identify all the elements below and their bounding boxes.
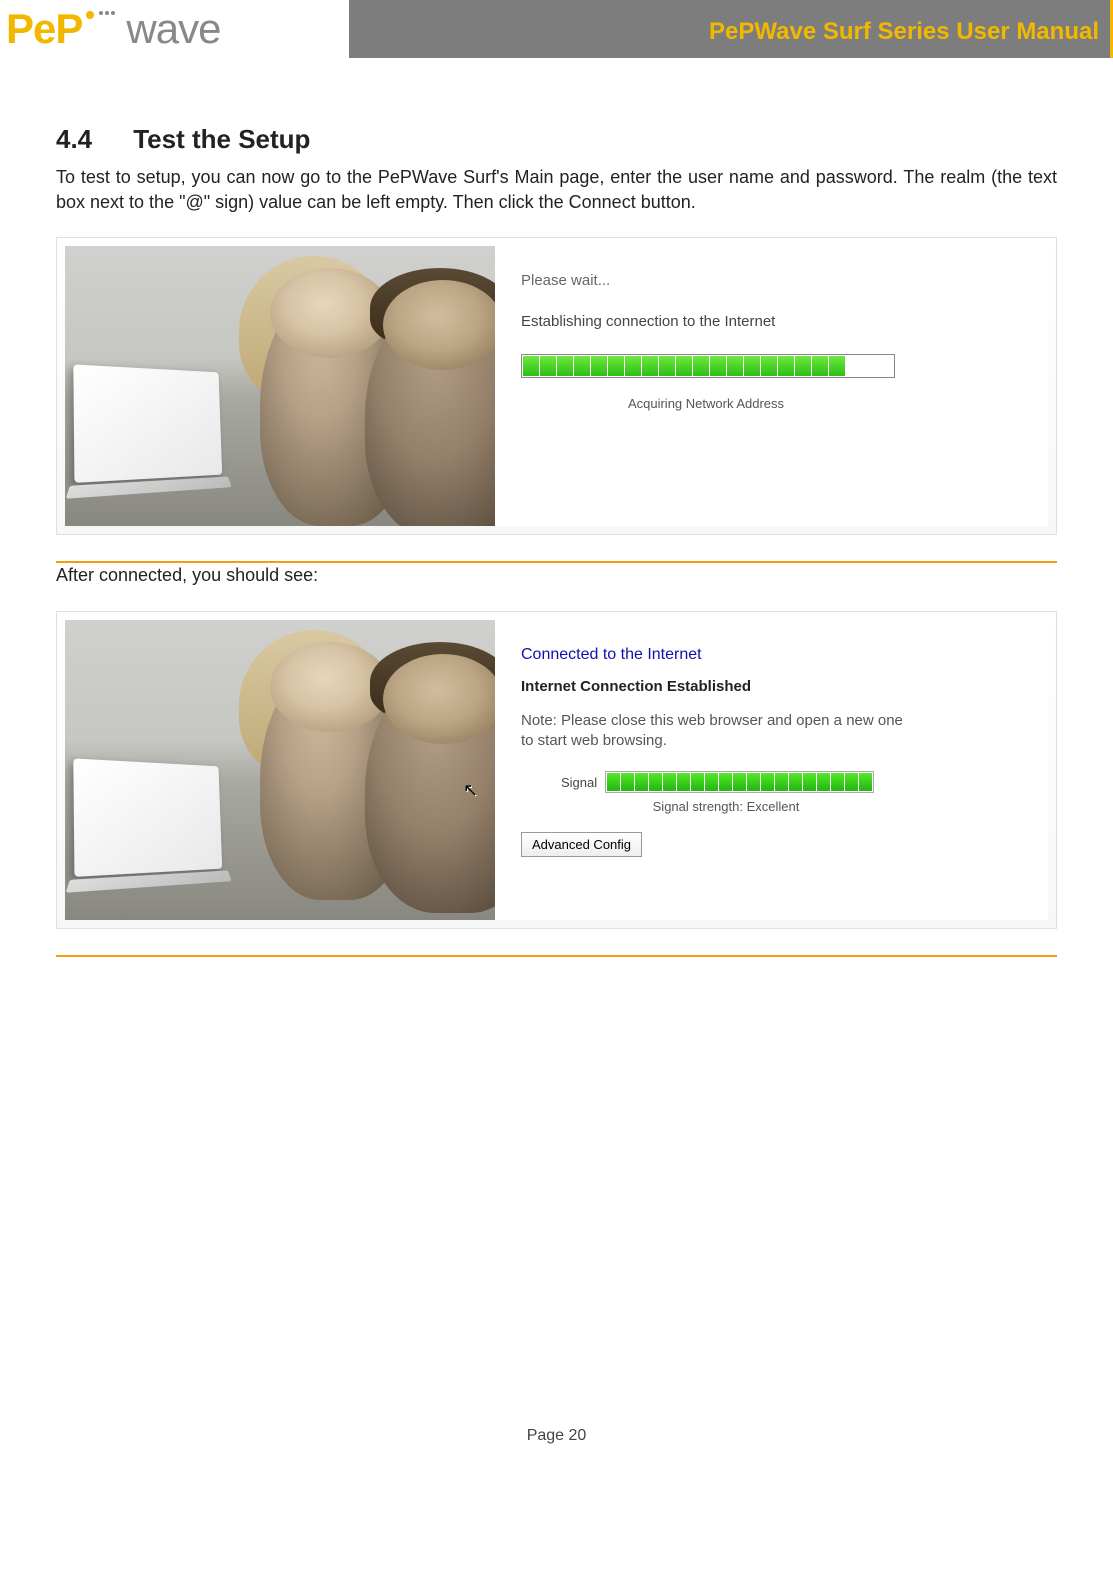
status-established: Internet Connection Established	[521, 678, 1032, 695]
laptop-icon	[73, 758, 222, 876]
header-bar: PePWave Surf Series User Manual	[349, 0, 1113, 58]
signal-label: Signal	[561, 775, 597, 790]
screenshot-footer-area	[56, 957, 1057, 987]
page-content: 4.4 Test the Setup To test to setup, you…	[0, 68, 1113, 987]
signal-bar	[605, 771, 874, 793]
screenshot-connected: ↖ Connected to the Internet Internet Con…	[56, 607, 1057, 987]
logo-wave-dots-icon	[98, 2, 116, 20]
section-number: 4.4	[56, 124, 126, 155]
intro-paragraph: To test to setup, you can now go to the …	[56, 165, 1057, 215]
status-note: Note: Please close this web browser and …	[521, 711, 911, 752]
logo-dot-icon	[86, 11, 94, 19]
screenshot-photo: ↖	[65, 620, 495, 920]
page-header: PePWave Surf Series User Manual PeP wave	[0, 0, 1113, 68]
screenshot-status-panel: Please wait... Establishing connection t…	[495, 246, 1048, 526]
page-number: Page 20	[0, 1427, 1113, 1475]
after-connected-paragraph: After connected, you should see:	[56, 563, 1057, 588]
logo-pep-text: PeP	[6, 5, 82, 53]
logo-wave-text: wave	[126, 5, 220, 53]
signal-row: Signal	[561, 771, 1032, 793]
status-acquiring: Acquiring Network Address	[521, 396, 891, 411]
signal-strength-text: Signal strength: Excellent	[541, 799, 911, 814]
status-connected: Connected to the Internet	[521, 646, 1032, 664]
progress-bar	[521, 354, 895, 378]
screenshot-status-panel: Connected to the Internet Internet Conne…	[495, 620, 1048, 920]
status-please-wait: Please wait...	[521, 272, 1032, 289]
screenshot-photo	[65, 246, 495, 526]
brand-logo: PeP wave	[6, 0, 220, 58]
header-title: PePWave Surf Series User Manual	[709, 18, 1099, 46]
section-heading: 4.4 Test the Setup	[56, 124, 1057, 155]
advanced-config-button[interactable]: Advanced Config	[521, 832, 642, 857]
screenshot-connecting: Please wait... Establishing connection t…	[56, 233, 1057, 563]
section-title: Test the Setup	[133, 124, 310, 154]
cursor-icon: ↖	[463, 780, 478, 801]
laptop-icon	[73, 365, 222, 483]
status-establishing: Establishing connection to the Internet	[521, 313, 1032, 330]
